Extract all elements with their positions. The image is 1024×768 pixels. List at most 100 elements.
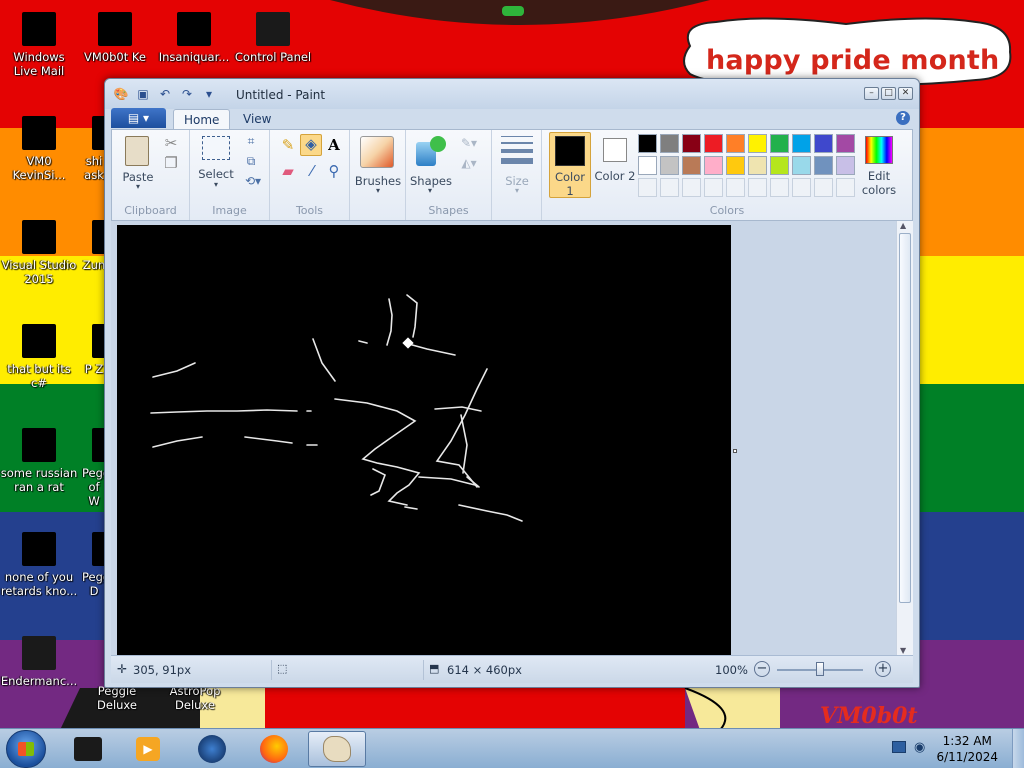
desktop-icon-visual-studio[interactable]: Visual Studio 2015 <box>0 220 78 286</box>
paint-window[interactable]: 🎨 ▣ ↶ ↷ ▾ Untitled - Paint – □ ✕ ▤ ▾ Hom… <box>104 78 920 688</box>
desktop-icon-some-russian[interactable]: some russian ran a rat <box>0 428 78 494</box>
desktop-icon-peggle-d[interactable]: Pegg D <box>82 532 106 598</box>
palette-swatch[interactable] <box>814 134 833 153</box>
close-button[interactable]: ✕ <box>898 87 913 100</box>
palette-swatch[interactable] <box>748 134 767 153</box>
minimize-button[interactable]: – <box>864 87 879 100</box>
color-picker-icon[interactable]: ⁄ <box>302 162 322 180</box>
taskbar-firefox[interactable] <box>248 731 300 767</box>
palette-swatch[interactable] <box>814 178 833 197</box>
zoom-in-button[interactable]: + <box>875 661 891 677</box>
fill-icon[interactable]: ◈ <box>300 134 322 156</box>
desktop-icon-peggle-deluxe[interactable]: Peggle Deluxe <box>78 684 156 712</box>
palette-swatch[interactable] <box>726 156 745 175</box>
palette-swatch[interactable] <box>836 134 855 153</box>
eraser-icon[interactable]: ▰ <box>278 162 298 180</box>
palette-swatch[interactable] <box>638 178 657 197</box>
volume-icon[interactable]: ◉ <box>914 740 925 755</box>
palette-swatch[interactable] <box>748 156 767 175</box>
palette-swatch[interactable] <box>682 178 701 197</box>
palette-swatch[interactable] <box>660 178 679 197</box>
palette-swatch[interactable] <box>682 156 701 175</box>
palette-swatch[interactable] <box>748 178 767 197</box>
select-button[interactable]: Select ▾ <box>196 134 236 198</box>
clock[interactable]: 1:32 AM 6/11/2024 <box>936 733 998 765</box>
text-icon[interactable]: A <box>324 136 344 154</box>
desktop-icon-shi[interactable]: shi ask <box>82 116 106 182</box>
palette-swatch[interactable] <box>814 156 833 175</box>
palette-swatch[interactable] <box>682 134 701 153</box>
shapes-button[interactable]: Shapes ▾ <box>410 134 452 198</box>
palette-swatch[interactable] <box>726 134 745 153</box>
color1-button[interactable]: Color 1 <box>549 132 591 198</box>
desktop-icon-none-of-you[interactable]: none of you retards kno... <box>0 532 78 598</box>
desktop-icon-pz[interactable]: P Z <box>82 324 106 376</box>
rotate-icon[interactable]: ⟲▾ <box>242 172 264 190</box>
palette-swatch[interactable] <box>792 134 811 153</box>
palette-swatch[interactable] <box>726 178 745 197</box>
title-bar[interactable]: 🎨 ▣ ↶ ↷ ▾ Untitled - Paint – □ ✕ <box>105 79 919 109</box>
desktop-icon-that-but-csharp[interactable]: that but its c# <box>0 324 78 390</box>
desktop-icon-peggle-w[interactable]: Pegg of W <box>82 428 106 508</box>
crop-icon[interactable]: ⌗ <box>242 132 260 150</box>
palette-swatch[interactable] <box>638 156 657 175</box>
desktop-icon-astropop[interactable]: AstroPop Deluxe <box>156 684 234 712</box>
zoom-out-button[interactable]: − <box>754 661 770 677</box>
palette-swatch[interactable] <box>704 156 723 175</box>
redo-icon[interactable]: ↷ <box>179 86 195 102</box>
desktop-icon-control-panel[interactable]: Control Panel <box>234 12 312 64</box>
canvas-resize-handle[interactable] <box>733 449 737 453</box>
cut-icon[interactable]: ✂ <box>162 134 180 152</box>
taskbar-app-1[interactable] <box>62 731 114 767</box>
desktop-icon-endermanch[interactable]: Endermanc... <box>0 636 78 688</box>
scroll-down-icon[interactable]: ▼ <box>900 646 906 655</box>
desktop-icon-insaniquarium[interactable]: Insaniquar... <box>155 12 233 64</box>
paste-button[interactable]: Paste ▾ <box>120 134 156 198</box>
tab-home[interactable]: Home <box>173 109 231 130</box>
maximize-button[interactable]: □ <box>881 87 896 100</box>
palette-swatch[interactable] <box>660 134 679 153</box>
palette-swatch[interactable] <box>836 156 855 175</box>
pencil-icon[interactable]: ✎ <box>278 136 298 154</box>
network-icon[interactable] <box>892 741 906 753</box>
paint-app-icon[interactable]: 🎨 <box>113 86 129 102</box>
desktop-icon-zun[interactable]: Zun <box>82 220 106 272</box>
vertical-scrollbar[interactable]: ▲ ▼ <box>896 221 913 655</box>
palette-swatch[interactable] <box>770 156 789 175</box>
palette-swatch[interactable] <box>660 156 679 175</box>
palette-swatch[interactable] <box>704 178 723 197</box>
palette-swatch[interactable] <box>836 178 855 197</box>
help-icon[interactable]: ? <box>896 111 910 125</box>
resize-icon[interactable]: ⧉ <box>242 152 260 170</box>
color2-button[interactable]: Color 2 <box>594 132 636 198</box>
palette-swatch[interactable] <box>792 178 811 197</box>
palette-swatch[interactable] <box>770 134 789 153</box>
palette-swatch[interactable] <box>704 134 723 153</box>
group-size[interactable]: Size ▾ <box>492 130 542 220</box>
drawing-canvas[interactable] <box>117 225 731 655</box>
scrollbar-thumb[interactable] <box>899 233 911 603</box>
taskbar-media-player[interactable]: ▶ <box>122 731 174 767</box>
scroll-up-icon[interactable]: ▲ <box>900 221 906 230</box>
magnifier-icon[interactable]: ⚲ <box>324 162 344 180</box>
desktop-icon-windows-live-mail[interactable]: Windows Live Mail <box>0 12 78 78</box>
show-desktop-button[interactable] <box>1012 729 1024 768</box>
group-brushes[interactable]: Brushes ▾ <box>350 130 406 220</box>
outline-icon[interactable]: ✎▾ <box>456 134 482 152</box>
desktop-icon-vm0b0t[interactable]: VM0b0t Ke <box>82 12 148 64</box>
copy-icon[interactable]: ❐ <box>162 154 180 172</box>
palette-swatch[interactable] <box>770 178 789 197</box>
customize-qat-icon[interactable]: ▾ <box>201 86 217 102</box>
file-menu-button[interactable]: ▤ ▾ <box>111 108 166 128</box>
tab-view[interactable]: View <box>233 109 281 130</box>
palette-swatch[interactable] <box>638 134 657 153</box>
taskbar-app-globe[interactable] <box>186 731 238 767</box>
zoom-slider-thumb[interactable] <box>816 662 824 676</box>
edit-colors-button[interactable]: Edit colors <box>856 132 902 198</box>
undo-icon[interactable]: ↶ <box>157 86 173 102</box>
start-button[interactable] <box>6 730 46 768</box>
taskbar-paint[interactable] <box>308 731 366 767</box>
fill-shape-icon[interactable]: ◭▾ <box>456 154 482 172</box>
save-icon[interactable]: ▣ <box>135 86 151 102</box>
desktop-icon-vm0-kevinsi[interactable]: VM0 KevinSi... <box>0 116 78 182</box>
